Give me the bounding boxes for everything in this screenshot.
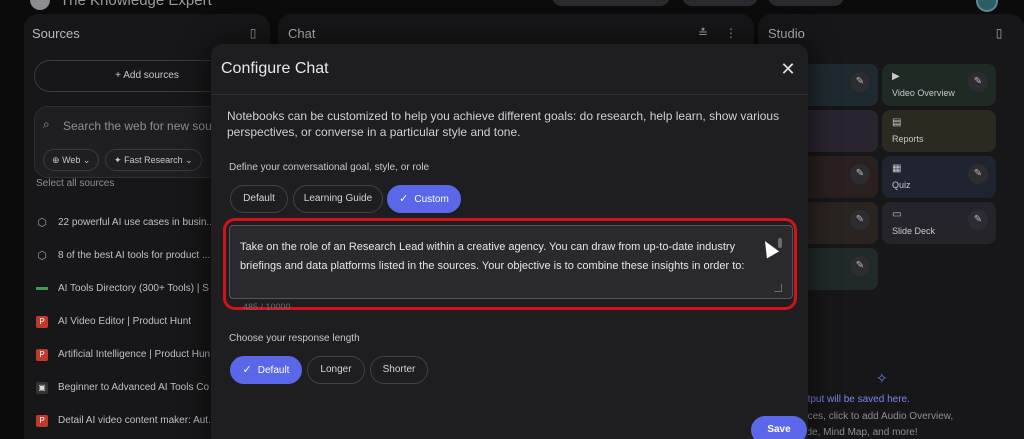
edit-icon[interactable]: ✎	[968, 210, 988, 230]
studio-header: Studio ▯	[768, 24, 1014, 44]
producthunt-icon: P	[36, 348, 48, 361]
top-settings-button[interactable]	[768, 0, 844, 6]
prompt-text: Take on the role of an Research Lead wit…	[240, 241, 745, 272]
source-label: Beginner to Advanced AI Tools Co	[58, 382, 210, 393]
search-input[interactable]: Search the web for new sourc	[63, 119, 222, 133]
source-label: 8 of the best AI tools for product ...	[58, 250, 211, 261]
video-icon: ▶	[892, 71, 900, 82]
custom-prompt-textarea[interactable]: Take on the role of an Research Lead wit…	[229, 225, 793, 299]
collapse-panel-icon[interactable]: ▯	[992, 26, 1006, 40]
studio-tile-slides[interactable]: ▭ Slide Deck ✎	[882, 202, 996, 244]
goal-custom-chip[interactable]: ✓ Custom	[387, 185, 461, 213]
studio-tile-video[interactable]: ▶ Video Overview ✎	[882, 64, 996, 106]
edit-icon[interactable]: ✎	[850, 210, 870, 230]
add-sources-label: Add sources	[123, 70, 179, 81]
chip-label: Shorter	[382, 364, 416, 375]
chevron-down-icon: ⌄	[185, 155, 193, 165]
source-label: AI Video Editor | Product Hunt	[58, 316, 192, 327]
save-button[interactable]: Save	[751, 416, 807, 439]
length-shorter-chip[interactable]: Shorter	[370, 356, 428, 384]
producthunt-icon: P	[36, 414, 48, 427]
search-icon: ⌕	[43, 117, 50, 131]
top-bar: The Knowledge Expert	[0, 0, 1024, 14]
chip-label: Custom	[414, 194, 449, 205]
research-chip-label: Fast Research	[124, 155, 183, 165]
studio-tile-quiz[interactable]: ▦ Quiz ✎	[882, 156, 996, 198]
avatar[interactable]	[976, 0, 998, 12]
chat-header: Chat ≛ ⋮	[288, 24, 744, 44]
goal-learning-guide-chip[interactable]: Learning Guide	[293, 185, 383, 213]
top-action-button[interactable]	[552, 0, 670, 6]
select-all-sources[interactable]: Select all sources	[36, 178, 114, 189]
quiz-icon: ▦	[892, 163, 902, 174]
globe-icon: ⊕	[52, 155, 60, 165]
edit-icon[interactable]: ✎	[968, 164, 988, 184]
check-icon: ✓	[399, 193, 409, 205]
chat-title: Chat	[288, 26, 316, 41]
tile-label: Video Overview	[892, 88, 955, 98]
web-chip-label: Web	[62, 155, 81, 165]
chip-label: Learning Guide	[303, 193, 373, 204]
collapse-panel-icon[interactable]: ▯	[246, 26, 260, 40]
green-bar-icon	[36, 287, 48, 290]
source-label: Detail AI video content maker: Aut.	[58, 415, 211, 426]
chip-label: Default	[243, 193, 275, 204]
edit-icon[interactable]: ✎	[850, 256, 870, 276]
research-mode-dropdown[interactable]: ✦ Fast Research ⌄	[105, 149, 202, 171]
source-label: AI Tools Directory (300+ Tools) | S	[58, 283, 209, 294]
length-label: Choose your response length	[229, 333, 360, 344]
divider	[211, 94, 808, 95]
length-default-chip[interactable]: ✓ Default	[230, 356, 302, 384]
sparkle-search-icon: ✦	[114, 155, 122, 165]
dialog-description: Notebooks can be customized to help you …	[227, 109, 780, 139]
web-icon: ⬡	[37, 216, 47, 229]
chip-label: Longer	[320, 364, 352, 375]
report-icon: ▤	[892, 117, 902, 128]
chip-label: Default	[257, 365, 290, 376]
check-icon: ✓	[242, 364, 252, 376]
site-icon: ▣	[36, 381, 48, 394]
tile-label: Reports	[892, 134, 924, 144]
top-share-button[interactable]	[682, 0, 758, 6]
app-logo	[30, 0, 50, 10]
slides-icon: ▭	[892, 209, 902, 220]
configure-chat-dialog: Configure Chat ✕ Notebooks can be custom…	[211, 44, 808, 439]
goal-label: Define your conversational goal, style, …	[229, 162, 430, 173]
app-title: The Knowledge Expert	[60, 0, 212, 9]
tile-label: Slide Deck	[892, 226, 936, 236]
plus-icon: +	[115, 70, 121, 81]
tune-icon[interactable]: ≛	[696, 26, 710, 40]
tile-label: Quiz	[892, 180, 911, 190]
web-dropdown[interactable]: ⊕ Web ⌄	[43, 149, 100, 171]
dialog-title: Configure Chat	[221, 60, 329, 77]
sources-title: Sources	[32, 26, 80, 41]
close-icon[interactable]: ✕	[777, 58, 799, 80]
sources-header: Sources ▯	[32, 24, 260, 44]
edit-icon[interactable]: ✎	[850, 72, 870, 92]
web-icon: ⬡	[37, 249, 47, 262]
studio-title: Studio	[768, 26, 805, 41]
studio-tile-reports[interactable]: ▤ Reports	[882, 110, 996, 152]
goal-default-chip[interactable]: Default	[230, 185, 288, 213]
source-label: 22 powerful AI use cases in busin...	[58, 217, 215, 228]
magic-wand-icon: ✧	[876, 370, 888, 386]
source-label: Artificial Intelligence | Product Hun	[58, 349, 211, 360]
more-vert-icon[interactable]: ⋮	[724, 26, 738, 40]
edit-icon[interactable]: ✎	[850, 164, 870, 184]
scrollbar-thumb[interactable]	[778, 238, 782, 248]
length-longer-chip[interactable]: Longer	[307, 356, 365, 384]
resize-handle-icon[interactable]	[774, 284, 782, 292]
edit-icon[interactable]: ✎	[968, 72, 988, 92]
producthunt-icon: P	[36, 315, 48, 328]
char-counter: 485 / 10000	[243, 302, 291, 312]
chevron-down-icon: ⌄	[82, 155, 91, 165]
